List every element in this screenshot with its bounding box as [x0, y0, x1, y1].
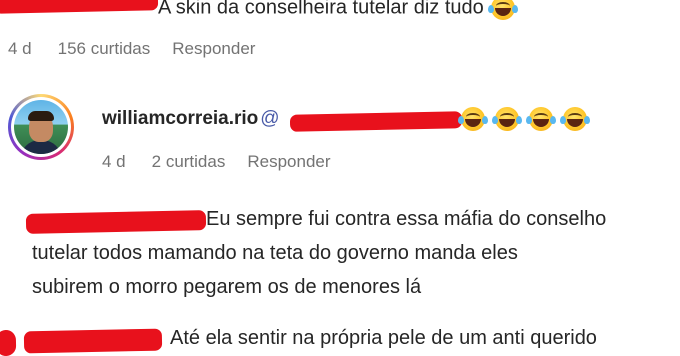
reply-button[interactable]: Responder	[247, 152, 330, 172]
comment-line: subirem o morro pegarem os de menores lá	[32, 276, 422, 298]
comment-text: A skin da conselheira tutelar diz tudo	[158, 0, 518, 20]
comment-meta: 4 d 2 curtidas Responder	[102, 152, 331, 172]
avatar[interactable]	[8, 94, 74, 160]
rolling-on-floor-laughing-icon	[492, 107, 522, 131]
redaction-bar	[289, 111, 463, 132]
username[interactable]: williamcorreia.rio	[102, 108, 258, 130]
avatar-image	[14, 100, 68, 154]
mention-prefix[interactable]: @	[260, 108, 279, 130]
rolling-on-floor-laughing-icon	[458, 107, 488, 131]
like-count[interactable]: 2 curtidas	[152, 152, 226, 172]
comment-line: tutelar todos mamando na teta do governo…	[32, 242, 518, 264]
redaction-bar	[0, 0, 159, 14]
comment-header: williamcorreia.rio @	[102, 108, 280, 130]
rolling-on-floor-laughing-icon	[560, 107, 590, 131]
comment-body: A skin da conselheira tutelar diz tudo	[158, 0, 484, 19]
redaction-bar	[25, 210, 207, 234]
comment-line: Eu sempre fui contra essa máfia do conse…	[206, 208, 607, 230]
rolling-on-floor-laughing-icon	[487, 0, 518, 20]
comment-age: 4 d	[8, 39, 32, 58]
comment-age: 4 d	[102, 152, 126, 171]
emoji-row	[458, 107, 590, 131]
like-count[interactable]: 156 curtidas	[58, 39, 151, 59]
comment-meta: 4 d 156 curtidas Responder	[8, 39, 255, 59]
comment-line: Até ela sentir na própria pele de um ant…	[170, 327, 597, 349]
reply-button[interactable]: Responder	[172, 39, 255, 59]
rolling-on-floor-laughing-icon	[526, 107, 556, 131]
redaction-bar	[0, 329, 17, 356]
